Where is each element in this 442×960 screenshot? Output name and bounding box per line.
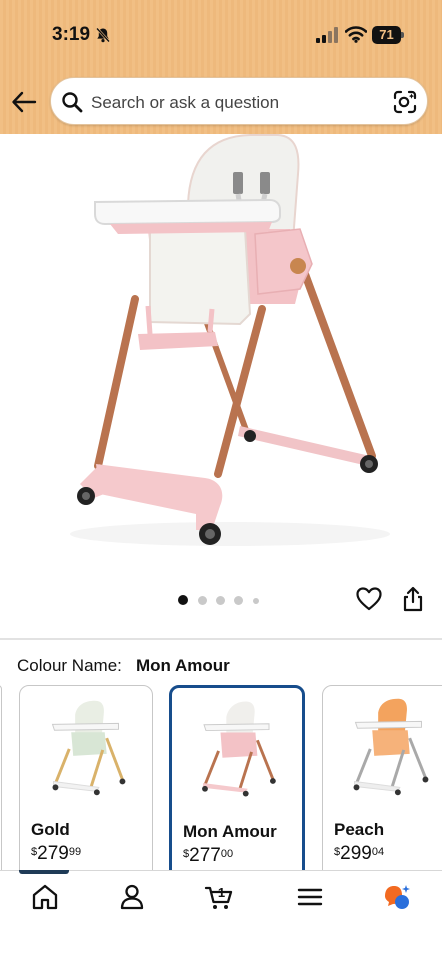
- menu-icon[interactable]: [295, 882, 325, 912]
- home-icon[interactable]: [30, 882, 60, 912]
- swatch-image-mon-amour: [202, 701, 276, 797]
- colour-name-label: Colour Name:: [17, 656, 122, 675]
- search-bar[interactable]: Search or ask a question: [50, 77, 428, 125]
- swatch-card-peach[interactable]: Peach $29904: [322, 685, 442, 881]
- wifi-icon: [345, 26, 367, 43]
- cellular-signal-icon: [316, 27, 338, 43]
- cart-count: 1: [218, 885, 225, 900]
- account-icon[interactable]: [117, 882, 147, 912]
- price-fraction: 04: [371, 846, 385, 858]
- swatch-card-partial[interactable]: [0, 685, 2, 881]
- swatch-card-gold[interactable]: Gold $27999: [19, 685, 153, 881]
- swatch-price: $29904: [334, 843, 384, 865]
- app-screen: 3:19 71 Search or ask a question Colour …: [0, 0, 442, 960]
- swatch-price: $27999: [31, 843, 81, 865]
- cart-icon[interactable]: 1: [204, 882, 234, 912]
- swatch-price: $27700: [183, 845, 233, 867]
- price-whole: 279: [37, 843, 69, 864]
- carousel-dot[interactable]: [198, 596, 207, 605]
- price-currency: $: [183, 848, 190, 860]
- bell-slash-icon: [96, 27, 110, 43]
- price-currency: $: [334, 846, 341, 858]
- colour-name-value: Mon Amour: [136, 656, 230, 675]
- share-icon[interactable]: [402, 586, 424, 612]
- section-divider: [0, 638, 442, 640]
- price-fraction: 99: [68, 846, 82, 858]
- swatch-image-peach: [353, 698, 429, 796]
- rufus-assistant-icon[interactable]: [382, 882, 412, 912]
- battery-nub: [401, 32, 404, 38]
- price-fraction: 00: [220, 848, 234, 860]
- swatch-name: Mon Amour: [183, 822, 277, 841]
- carousel-dot[interactable]: [216, 596, 225, 605]
- price-whole: 277: [189, 845, 221, 866]
- back-arrow-icon[interactable]: [10, 88, 38, 116]
- camera-search-icon[interactable]: [392, 89, 418, 115]
- swatch-card-mon-amour[interactable]: Mon Amour $27700: [169, 685, 305, 881]
- price-currency: $: [31, 846, 38, 858]
- swatch-name: Gold: [31, 820, 70, 839]
- battery-icon: 71: [372, 26, 404, 44]
- search-icon: [62, 92, 83, 113]
- product-image[interactable]: [0, 134, 442, 574]
- status-time: 3:19: [52, 24, 91, 45]
- battery-level: 71: [379, 27, 394, 42]
- search-placeholder[interactable]: Search or ask a question: [91, 93, 279, 113]
- nav-active-indicator: [19, 870, 69, 874]
- heart-icon[interactable]: [356, 587, 382, 611]
- swatch-image-gold: [51, 700, 126, 796]
- carousel-dot[interactable]: [234, 596, 243, 605]
- swatch-name: Peach: [334, 820, 385, 839]
- carousel-dot[interactable]: [253, 598, 259, 604]
- status-bar: 3:19 71: [0, 0, 442, 70]
- price-whole: 299: [340, 843, 372, 864]
- carousel-dot[interactable]: [178, 595, 188, 605]
